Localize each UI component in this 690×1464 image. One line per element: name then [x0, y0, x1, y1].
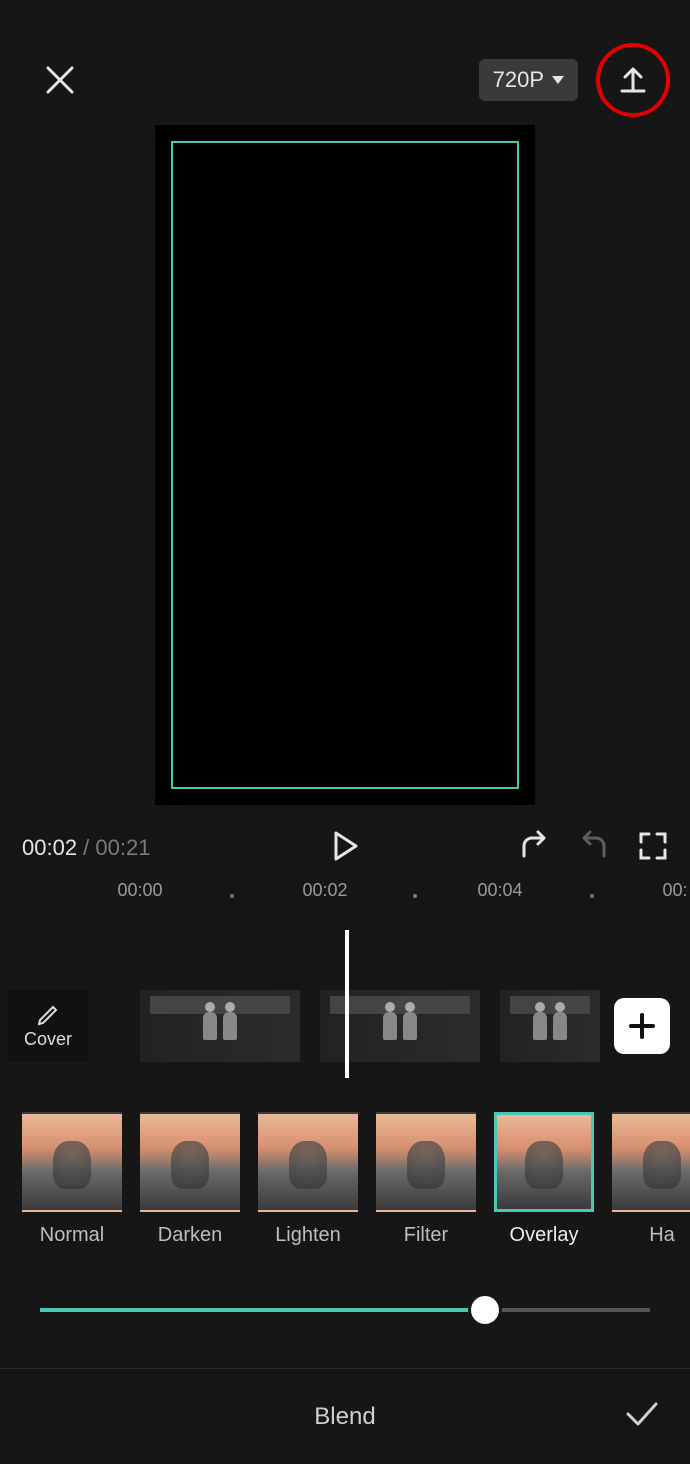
blend-mode-filter[interactable]: Filter [376, 1112, 476, 1262]
pencil-icon [36, 1003, 60, 1027]
blend-thumb [612, 1112, 690, 1212]
blend-thumb [140, 1112, 240, 1212]
undo-button[interactable] [518, 830, 550, 867]
video-preview[interactable] [155, 125, 535, 805]
resolution-selector[interactable]: 720P [479, 59, 578, 101]
ruler-mark: 00:04 [477, 880, 522, 901]
overlay-bounding-box[interactable] [171, 141, 519, 789]
current-time: 00:02 [22, 835, 77, 860]
cover-label: Cover [24, 1029, 72, 1050]
ruler-mark: 00:02 [302, 880, 347, 901]
export-button[interactable] [596, 43, 670, 117]
blend-label: Ha [649, 1224, 675, 1247]
plus-icon [627, 1011, 657, 1041]
add-clip-button[interactable] [614, 998, 670, 1054]
ruler-mark: 00: [662, 880, 687, 901]
time-separator: / [77, 835, 95, 860]
time-display: 00:02 / 00:21 [22, 835, 150, 861]
blend-mode-normal[interactable]: Normal [22, 1112, 122, 1262]
check-icon [622, 1394, 662, 1434]
redo-button[interactable] [578, 830, 610, 867]
blend-mode-darken[interactable]: Darken [140, 1112, 240, 1262]
blend-mode-ha[interactable]: Ha [612, 1112, 690, 1262]
timeline-ruler[interactable]: 00:00 00:02 00:04 00: [0, 880, 690, 916]
blend-label: Overlay [510, 1224, 579, 1247]
ruler-mark: 00:00 [117, 880, 162, 901]
ruler-tick [590, 894, 594, 898]
ruler-tick [230, 894, 234, 898]
video-clip[interactable] [140, 990, 300, 1062]
cover-button[interactable]: Cover [8, 990, 88, 1062]
chevron-down-icon [552, 76, 564, 84]
blend-mode-lighten[interactable]: Lighten [258, 1112, 358, 1262]
play-button[interactable] [328, 829, 362, 868]
blend-thumb [494, 1112, 594, 1212]
intensity-slider[interactable] [40, 1290, 650, 1330]
blend-label: Darken [158, 1224, 222, 1247]
blend-thumb [258, 1112, 358, 1212]
video-clip[interactable] [320, 990, 480, 1062]
close-button[interactable] [40, 60, 80, 100]
blend-mode-overlay[interactable]: Overlay [494, 1112, 594, 1262]
confirm-button[interactable] [622, 1394, 662, 1439]
slider-knob[interactable] [471, 1296, 499, 1324]
slider-fill [40, 1308, 485, 1312]
panel-title: Blend [314, 1403, 375, 1431]
fullscreen-button[interactable] [638, 831, 668, 866]
resolution-label: 720P [493, 67, 544, 93]
total-duration: 00:21 [95, 835, 150, 860]
blend-mode-list: Normal Darken Lighten Filter Overlay Ha [0, 1112, 690, 1262]
blend-label: Filter [404, 1224, 448, 1247]
blend-thumb [22, 1112, 122, 1212]
blend-label: Lighten [275, 1224, 341, 1247]
playhead[interactable] [345, 930, 349, 1078]
blend-thumb [376, 1112, 476, 1212]
video-clip[interactable] [500, 990, 600, 1062]
ruler-tick [413, 894, 417, 898]
blend-label: Normal [40, 1224, 104, 1247]
